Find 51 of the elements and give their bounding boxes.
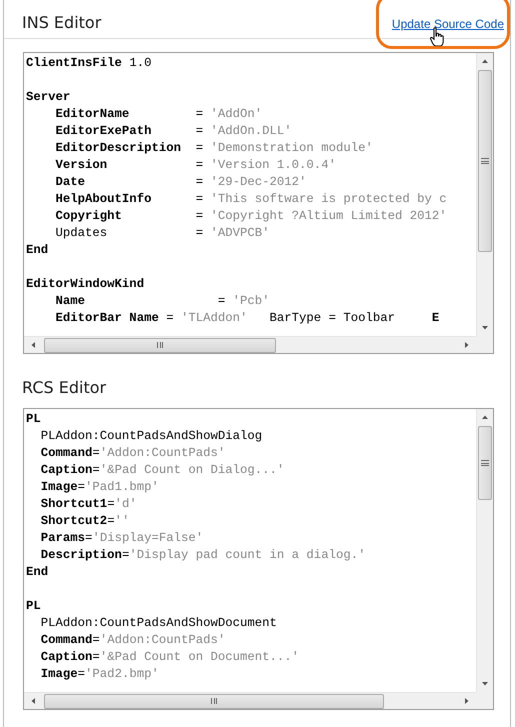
vertical-scrollbar[interactable] — [476, 53, 493, 336]
scroll-down-icon[interactable] — [481, 681, 489, 687]
code-line: Shortcut1='d' — [40, 496, 137, 513]
section-title: INS Editor — [22, 13, 102, 32]
scroll-left-icon[interactable] — [30, 697, 36, 705]
code-line: EditorBar Name = 'TLAddon' BarType = Toolbar E — [54, 310, 440, 327]
code-line: HelpAboutInfo = 'This software is protected by c — [54, 191, 447, 208]
code-line: EditorWindowKind — [26, 276, 144, 293]
code-line: PLAddon:CountPadsAndShowDialog — [40, 428, 262, 445]
grip-icon — [157, 342, 163, 348]
horizontal-scrollbar[interactable] — [24, 336, 476, 353]
code-line: Caption='&Pad Count on Dialog...' — [40, 462, 284, 479]
section-title: RCS Editor — [22, 378, 106, 397]
code-line: Server — [26, 89, 70, 106]
update-link[interactable]: Update Source Code — [392, 17, 504, 31]
scroll-right-icon[interactable] — [464, 697, 470, 705]
code-line: PL — [26, 411, 41, 428]
code-line: Command='Addon:CountPads' — [40, 632, 226, 649]
code-line: Copyright = 'Copyright ?Altium Limited 2012' — [54, 208, 447, 225]
scroll-up-icon[interactable] — [481, 414, 489, 420]
code-line: Image='Pad2.bmp' — [40, 666, 159, 683]
code-line: Name = 'Pcb' — [54, 293, 270, 310]
code-line: Command='Addon:CountPads' — [40, 445, 226, 462]
code-line: ClientInsFile 1.0 — [26, 55, 152, 72]
code-editor[interactable] — [23, 52, 494, 354]
scroll-up-icon[interactable] — [481, 58, 489, 64]
code-line: Date = '29-Dec-2012' — [54, 174, 306, 191]
code-line: EditorDescription = 'Demonstration module' — [54, 140, 373, 157]
code-line: PLAddon:CountPadsAndShowDocument — [40, 615, 277, 632]
scroll-down-icon[interactable] — [481, 325, 489, 331]
code-editor[interactable] — [23, 408, 494, 710]
code-line: End — [26, 564, 48, 581]
grip-icon — [481, 460, 489, 466]
vertical-scrollbar[interactable] — [476, 409, 493, 692]
scroll-right-icon[interactable] — [464, 341, 470, 349]
code-line: End — [26, 242, 48, 259]
code-line: Updates = 'ADVPCB' — [54, 225, 270, 242]
code-line: EditorExePath = 'AddOn.DLL' — [54, 123, 292, 140]
code-line: Params='Display=False' — [40, 530, 204, 547]
code-line: EditorName = 'AddOn' — [54, 106, 262, 123]
hand-cursor-icon — [430, 27, 444, 47]
code-line: PL — [26, 598, 41, 615]
code-line: Shortcut2='' — [40, 513, 130, 530]
horizontal-scrollbar[interactable] — [24, 692, 476, 709]
grip-icon — [211, 698, 217, 704]
code-line: Caption='&Pad Count on Document...' — [40, 649, 300, 666]
scroll-left-icon[interactable] — [30, 341, 36, 349]
code-line: Version = 'Version 1.0.0.4' — [54, 157, 336, 174]
grip-icon — [481, 158, 489, 164]
code-line: Image='Pad1.bmp' — [40, 479, 159, 496]
code-line: Description='Display pad count in a dialog.' — [40, 547, 366, 564]
